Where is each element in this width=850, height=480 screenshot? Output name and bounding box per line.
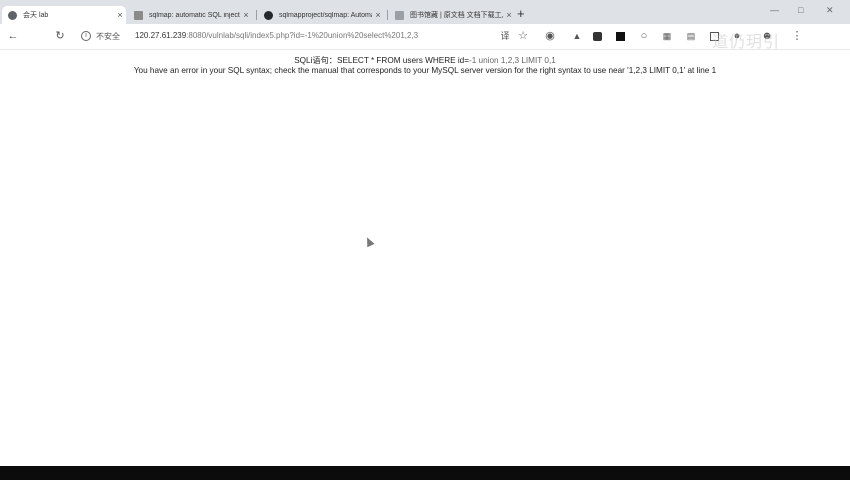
close-icon[interactable]: ×	[240, 10, 252, 20]
sql-error-message: You have an error in your SQL syntax; ch…	[133, 66, 717, 75]
tab-title: 会天 lab	[23, 12, 49, 19]
sql-label: SQLi语句：	[294, 56, 337, 65]
bookmark-star-icon[interactable]: ☆	[516, 30, 530, 42]
extension-icon[interactable]: ▲	[570, 30, 584, 42]
url-path: :8080/vulnlab/sqli/index5.php?id=-1%20un…	[186, 31, 419, 40]
sql-statement: SQLi语句：SELECT * FROM users WHERE id=-1 u…	[0, 54, 850, 66]
page-content: SQLi语句：SELECT * FROM users WHERE id=-1 u…	[0, 50, 850, 466]
taskbar	[0, 466, 850, 480]
menu-icon[interactable]: ⋮	[790, 30, 804, 42]
info-icon[interactable]: i	[81, 31, 91, 41]
sqlmap-icon	[134, 10, 143, 20]
browser-toolbar: ← ↻ i 不安全 120.27.61.239:8080/vulnlab/sql…	[0, 24, 850, 51]
url-host: 120.27.61.239	[135, 31, 187, 40]
extension-icon[interactable]: ▦	[660, 30, 674, 42]
extension-icon[interactable]: ○	[637, 30, 651, 42]
watermark-logo: 道仍玥引	[712, 34, 781, 51]
tab-github[interactable]: sqlmapproject/sqlmap: Automa ×	[258, 6, 384, 24]
tab-title: sqlmap: automatic SQL injectio	[149, 11, 240, 19]
close-icon[interactable]: ×	[114, 10, 126, 20]
github-icon	[264, 10, 273, 20]
tab-active[interactable]: 会天 lab ×	[2, 6, 126, 24]
tab-separator	[256, 10, 257, 20]
tab-separator	[387, 10, 388, 20]
tab-doc[interactable]: 图书馆藏 | 原文档 文档下载工具 ×	[389, 6, 515, 24]
tab-bar: 会天 lab × sqlmap: automatic SQL injectio …	[0, 0, 850, 24]
tab-sqlmap[interactable]: sqlmap: automatic SQL injectio ×	[128, 6, 252, 24]
close-icon[interactable]: ×	[372, 10, 384, 20]
sql-query: SELECT * FROM users WHERE id=	[336, 56, 469, 65]
doc-icon	[395, 10, 404, 20]
page-icon	[8, 10, 17, 20]
maximize-icon[interactable]: □	[798, 5, 803, 15]
browser-window: 会天 lab × sqlmap: automatic SQL injectio …	[0, 0, 850, 480]
translate-icon[interactable]: 译	[498, 30, 512, 42]
tab-title: 图书馆藏 | 原文档 文档下载工具	[410, 12, 503, 19]
mouse-cursor-icon	[363, 235, 375, 248]
back-arrow-icon[interactable]: ←	[6, 30, 20, 42]
extension-icon[interactable]: ▤	[684, 30, 698, 42]
security-label: 不安全	[96, 32, 120, 41]
close-icon[interactable]: ×	[503, 10, 515, 20]
url-text[interactable]: 120.27.61.239:8080/vulnlab/sqli/index5.p…	[135, 31, 418, 40]
extension-icon[interactable]	[593, 32, 602, 41]
minimize-icon[interactable]: —	[770, 5, 779, 15]
extension-icon[interactable]	[616, 32, 625, 41]
tab-title: sqlmapproject/sqlmap: Automa	[279, 11, 372, 19]
new-tab-button[interactable]: +	[517, 7, 525, 20]
sql-injected-suffix: -1 union 1,2,3 LIMIT 0,1	[469, 56, 556, 65]
window-close-icon[interactable]: ✕	[826, 5, 834, 16]
extension-icon[interactable]: ◉	[543, 30, 557, 42]
reload-icon[interactable]: ↻	[53, 30, 67, 42]
